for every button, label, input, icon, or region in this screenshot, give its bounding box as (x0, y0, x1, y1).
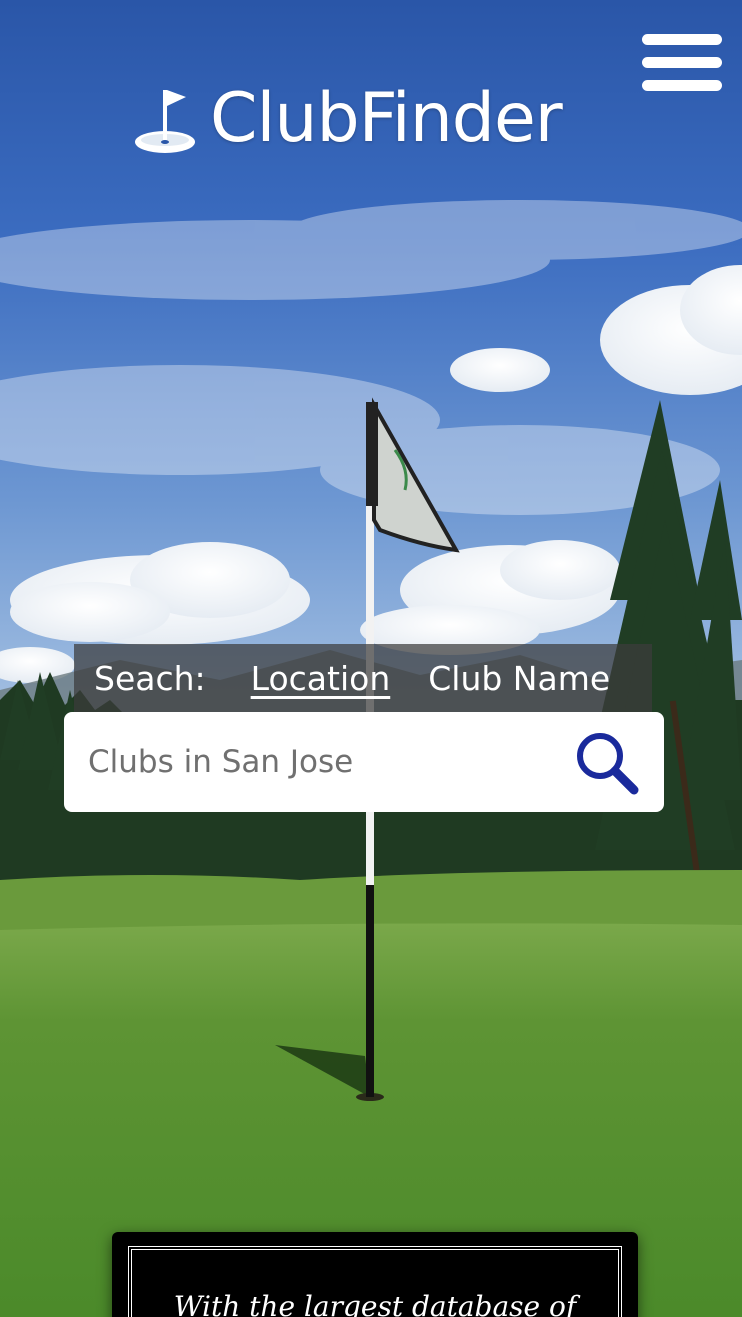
hamburger-menu-icon-bar (642, 57, 722, 68)
golf-flag-icon (135, 90, 195, 153)
search-label: Seach: (94, 658, 206, 698)
hamburger-menu-icon-bar (642, 80, 722, 91)
tab-location[interactable]: Location (251, 659, 391, 698)
brand-logo-link[interactable]: ClubFinder (134, 78, 563, 158)
tab-club-name[interactable]: Club Name (428, 659, 610, 698)
search-input[interactable] (88, 744, 558, 780)
magnifier-search-icon[interactable] (574, 730, 640, 796)
hamburger-menu-icon-bar (642, 34, 722, 45)
search-mode-bar: Seach: Location Club Name (74, 644, 652, 712)
menu-button[interactable] (642, 34, 722, 92)
promo-banner-text: With the largest database of (173, 1290, 577, 1317)
search-box (64, 712, 664, 812)
promo-banner-frame: With the largest database of (128, 1246, 622, 1317)
brand-name: ClubFinder (210, 78, 563, 158)
promo-banner: With the largest database of (112, 1232, 638, 1317)
